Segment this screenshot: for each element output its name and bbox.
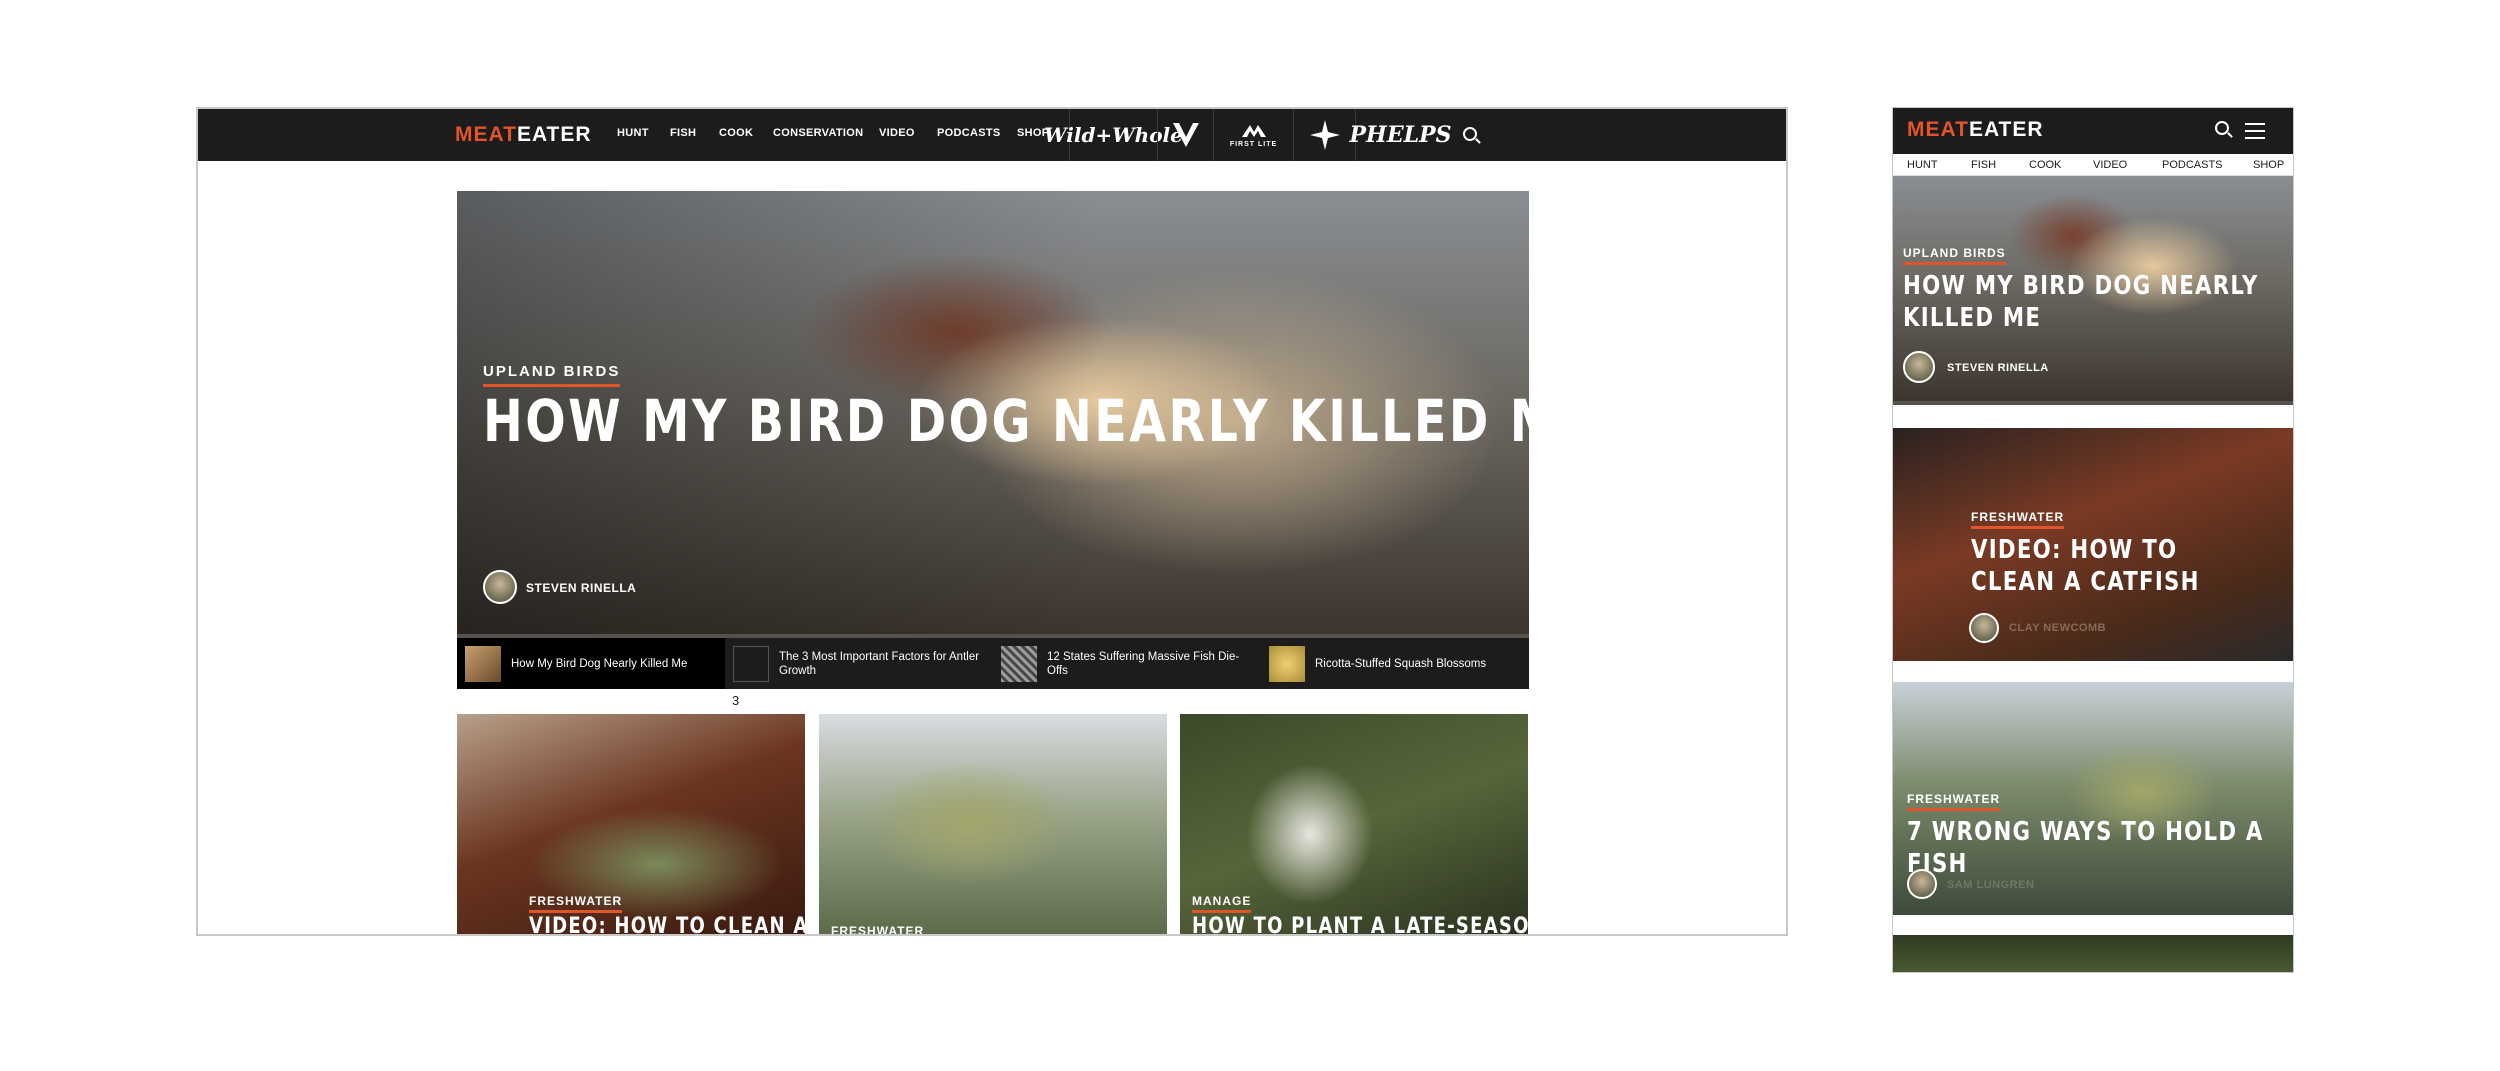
mobile-nav: HUNT FISH COOK VIDEO PODCASTS SHOP	[1893, 154, 2293, 176]
brand-first-lite[interactable]: FIRST LITE	[1213, 109, 1293, 161]
nav-hunt[interactable]: HUNT	[1907, 159, 1938, 171]
nav-conservation[interactable]: CONSERVATION	[773, 127, 863, 139]
featured-strip: How My Bird Dog Nearly Killed Me The 3 M…	[457, 634, 1529, 689]
nav-hunt[interactable]: HUNT	[617, 127, 649, 139]
mobile-article-card[interactable]: FRESHWATER VIDEO: HOW TO CLEAN A CATFISH…	[1893, 428, 2293, 661]
top-navigation-bar: MEATEATER HUNT FISH COOK CONSERVATION VI…	[198, 109, 1786, 161]
nav-fish[interactable]: FISH	[1971, 159, 1996, 171]
mobile-top-bar: MEATEATER	[1893, 108, 2293, 154]
strip-item[interactable]: The 3 Most Important Factors for Antler …	[725, 634, 993, 689]
nav-video[interactable]: VIDEO	[2093, 159, 2127, 171]
broken-image-icon	[733, 645, 769, 682]
mobile-article-card[interactable]: UPLAND BIRDS HOW MY BIRD DOG NEARLY KILL…	[1893, 176, 2293, 405]
article-card[interactable]: MANAGE HOW TO PLANT A LATE-SEASON	[1180, 714, 1528, 934]
strip-item[interactable]: 12 States Suffering Massive Fish Die-Off…	[993, 634, 1261, 689]
strip-item[interactable]: Ricotta-Stuffed Squash Blossoms	[1261, 634, 1529, 689]
strip-item[interactable]: How My Bird Dog Nearly Killed Me	[457, 634, 725, 689]
mobile-viewport: MEATEATER HUNT FISH COOK VIDEO PODCASTS …	[1892, 107, 2294, 973]
strip-thumbnail	[1269, 645, 1305, 682]
author-avatar	[1903, 351, 1935, 383]
brand-meateater-mark[interactable]	[1157, 109, 1213, 161]
hero-author[interactable]: STEVEN RINELLA	[526, 581, 636, 595]
hero-kicker[interactable]: UPLAND BIRDS	[483, 363, 621, 387]
article-card[interactable]: FRESHWATER VIDEO: HOW TO CLEAN A	[457, 714, 805, 934]
author-avatar	[1969, 613, 1999, 643]
nav-cook[interactable]: COOK	[719, 127, 753, 139]
brand-fishing-mark[interactable]	[1293, 109, 1355, 161]
nav-cook[interactable]: COOK	[2029, 159, 2061, 171]
meateater-logo[interactable]: MEATEATER	[455, 123, 592, 147]
nav-podcasts[interactable]: PODCASTS	[2162, 159, 2223, 171]
hamburger-menu-icon[interactable]	[2245, 123, 2265, 139]
nav-podcasts[interactable]: PODCASTS	[937, 127, 1001, 139]
first-lite-logo-icon	[1241, 124, 1266, 137]
brand-wild-whole[interactable]: Wild+Whole	[1044, 109, 1183, 161]
brand-phelps[interactable]: PHELPS	[1350, 109, 1452, 161]
meateater-emblem-icon	[1172, 123, 1199, 147]
strip-thumbnail	[465, 645, 501, 682]
fish-emblem-icon	[1309, 120, 1340, 150]
search-icon[interactable]	[2215, 121, 2229, 135]
author-avatar	[483, 570, 517, 604]
hero-title[interactable]: HOW MY BIRD DOG NEARLY KILLED ME	[483, 387, 1529, 455]
meateater-logo[interactable]: MEATEATER	[1907, 118, 2044, 142]
desktop-viewport: MEATEATER HUNT FISH COOK CONSERVATION VI…	[196, 107, 1788, 936]
nav-fish[interactable]: FISH	[670, 127, 696, 139]
strip-thumbnail	[1001, 645, 1037, 682]
nav-video[interactable]: VIDEO	[879, 127, 915, 139]
hero-feature[interactable]: UPLAND BIRDS HOW MY BIRD DOG NEARLY KILL…	[457, 191, 1529, 634]
mobile-article-card[interactable]: FRESHWATER 7 WRONG WAYS TO HOLD A FISH S…	[1893, 682, 2293, 915]
nav-shop[interactable]: SHOP	[2253, 159, 2284, 171]
article-card[interactable]: FRESHWATER	[819, 714, 1167, 934]
search-icon[interactable]	[1463, 127, 1477, 141]
mobile-article-card[interactable]	[1893, 935, 2293, 972]
author-avatar	[1907, 869, 1937, 899]
